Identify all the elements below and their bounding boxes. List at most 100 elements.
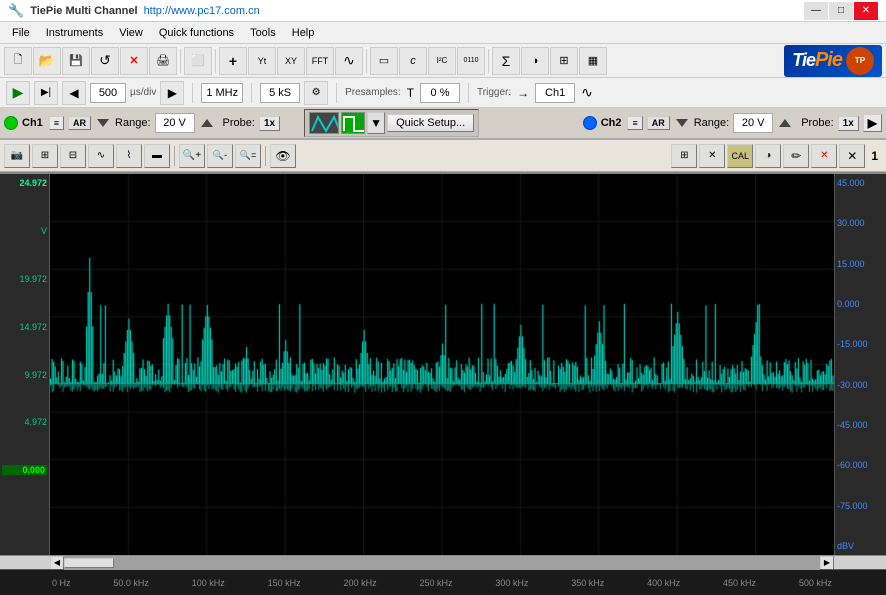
ch1-indicator <box>4 116 18 130</box>
presamples-icon: T <box>407 86 414 100</box>
waveform-icon-1 <box>309 112 339 134</box>
eye-btn[interactable]: 👁 <box>270 144 296 168</box>
play-btn[interactable]: ▶ <box>6 81 30 105</box>
stop-btn[interactable]: ✕ <box>120 47 148 75</box>
i2c-btn[interactable]: I²C <box>428 47 456 75</box>
ch2-settings-btn[interactable]: ≡ <box>627 116 642 130</box>
grid-btn[interactable]: ⊞ <box>550 47 578 75</box>
scroll-left-btn[interactable]: ◀ <box>50 556 64 570</box>
scope-view-btn[interactable]: ⬜ <box>184 47 212 75</box>
stb-r4[interactable]: ◑ <box>755 144 781 168</box>
ch2-ar-btn[interactable]: AR <box>647 116 670 130</box>
fft-btn[interactable]: FFT <box>306 47 334 75</box>
scope-tool-2[interactable]: ⊞ <box>32 144 58 168</box>
print-btn[interactable]: 🖨 <box>149 47 177 75</box>
sigma-btn[interactable]: Σ <box>492 47 520 75</box>
step-btn[interactable]: ▶| <box>34 81 58 105</box>
toolbar-sep1 <box>180 49 181 73</box>
toolbar1: 🗋 📂 💾 ↺ ✕ 🖨 ⬜ + Yt XY FFT ∿ ▭ c I²C 0110… <box>0 44 886 78</box>
stb-r3[interactable]: CAL <box>727 144 753 168</box>
trigger-arrow-icon: → <box>517 86 529 100</box>
quick-setup-btn[interactable]: Quick Setup... <box>387 114 474 132</box>
y-left-5: 0.000 <box>2 465 47 475</box>
menu-tools[interactable]: Tools <box>242 25 284 41</box>
save-btn[interactable]: 💾 <box>62 47 90 75</box>
presamples-val: 0 % <box>420 83 460 103</box>
scope-tool-6[interactable]: ▬ <box>144 144 170 168</box>
toolbar-sep4 <box>488 49 489 73</box>
ch2-range-up[interactable] <box>779 119 791 127</box>
label-btn[interactable]: ▦ <box>579 47 607 75</box>
hscrollbar[interactable]: ◀ ▶ <box>0 555 886 569</box>
zoom-fit-btn[interactable]: 🔍= <box>235 144 261 168</box>
ch2-probe-label: Probe: <box>801 117 833 129</box>
scope-container: 24.972 V 19.972 14.972 9.972 4.972 0.000… <box>0 174 886 555</box>
x-label-7: 350 kHz <box>571 578 604 588</box>
toolbar2-sep2 <box>251 83 252 103</box>
yt-btn[interactable]: Yt <box>248 47 276 75</box>
scroll-right-btn[interactable]: ▶ <box>820 556 834 570</box>
menu-quickfunctions[interactable]: Quick functions <box>151 25 242 41</box>
stb-r2[interactable]: ✕ <box>699 144 725 168</box>
ch1-range-up[interactable] <box>201 119 213 127</box>
ch1-probe-val-btn[interactable]: 1x <box>259 116 280 131</box>
stb-r1[interactable]: ⊞ <box>671 144 697 168</box>
scope-graph[interactable] <box>50 174 834 555</box>
samples-settings-btn[interactable]: ⚙ <box>304 81 328 105</box>
scroll-thumb[interactable] <box>64 558 114 568</box>
scope-tool-3[interactable]: ⊟ <box>60 144 86 168</box>
time-unit: µs/div <box>130 87 156 98</box>
ch2-probe-val-btn[interactable]: 1x <box>838 116 859 131</box>
xy-btn[interactable]: XY <box>277 47 305 75</box>
toolbar-sep2 <box>215 49 216 73</box>
scroll-track[interactable] <box>64 556 820 570</box>
ch2-expand-btn[interactable]: ▶ <box>863 114 882 132</box>
toolbar2-sep4 <box>468 83 469 103</box>
y-right-6: -45.000 <box>837 420 884 430</box>
time-val: 500 <box>90 83 126 103</box>
trigger-label: Trigger: <box>477 87 511 98</box>
back-btn[interactable]: ◀ <box>62 81 86 105</box>
app-name: TiePie Multi Channel <box>30 5 137 17</box>
menu-view[interactable]: View <box>111 25 151 41</box>
next-btn[interactable]: ▶ <box>160 81 184 105</box>
scope-canvas <box>50 174 834 555</box>
ch1-ar-btn[interactable]: AR <box>68 116 91 130</box>
ch1-settings-btn[interactable]: ≡ <box>49 116 64 130</box>
toolbar2-sep3 <box>336 83 337 103</box>
minimize-btn[interactable]: — <box>804 2 828 20</box>
scope-tool-1[interactable]: 📷 <box>4 144 30 168</box>
y-right-8: -75.000 <box>837 501 884 511</box>
ch2-range-down[interactable] <box>676 119 688 127</box>
stb-r5[interactable]: ✏ <box>783 144 809 168</box>
menu-file[interactable]: File <box>4 25 38 41</box>
ch1-range-down[interactable] <box>97 119 109 127</box>
add-channel-btn[interactable]: + <box>219 47 247 75</box>
open-btn[interactable]: 📂 <box>33 47 61 75</box>
stb-sep2 <box>265 146 266 166</box>
stb-r6[interactable]: ✕ <box>811 144 837 168</box>
serial-btn[interactable]: 0110 <box>457 47 485 75</box>
y-axis-filler-right <box>834 556 886 570</box>
close-btn[interactable]: ✕ <box>854 2 878 20</box>
stb-r7[interactable]: ✕ <box>839 144 865 168</box>
quick-setup-down-btn[interactable]: ▼ <box>367 112 385 134</box>
refresh-btn[interactable]: ↺ <box>91 47 119 75</box>
scope-tool-5[interactable]: ⌇ <box>116 144 142 168</box>
color-btn[interactable]: ◑ <box>521 47 549 75</box>
zoom-out-btn[interactable]: 🔍- <box>207 144 233 168</box>
scope-tool-4[interactable]: ∿ <box>88 144 114 168</box>
c-btn[interactable]: c <box>399 47 427 75</box>
app-url: http://www.pc17.com.cn <box>144 5 260 17</box>
menu-help[interactable]: Help <box>284 25 323 41</box>
maximize-btn[interactable]: □ <box>829 2 853 20</box>
zoom-in-btn[interactable]: 🔍+ <box>179 144 205 168</box>
menu-instruments[interactable]: Instruments <box>38 25 111 41</box>
meter-btn[interactable]: ▭ <box>370 47 398 75</box>
new-btn[interactable]: 🗋 <box>4 47 32 75</box>
wave-btn[interactable]: ∿ <box>335 47 363 75</box>
freq-val: 1 MHz <box>201 83 243 103</box>
y-right-2: 15.000 <box>837 259 884 269</box>
x-label-0: 0 Hz <box>52 578 71 588</box>
samples-val: 5 kS <box>260 83 300 103</box>
